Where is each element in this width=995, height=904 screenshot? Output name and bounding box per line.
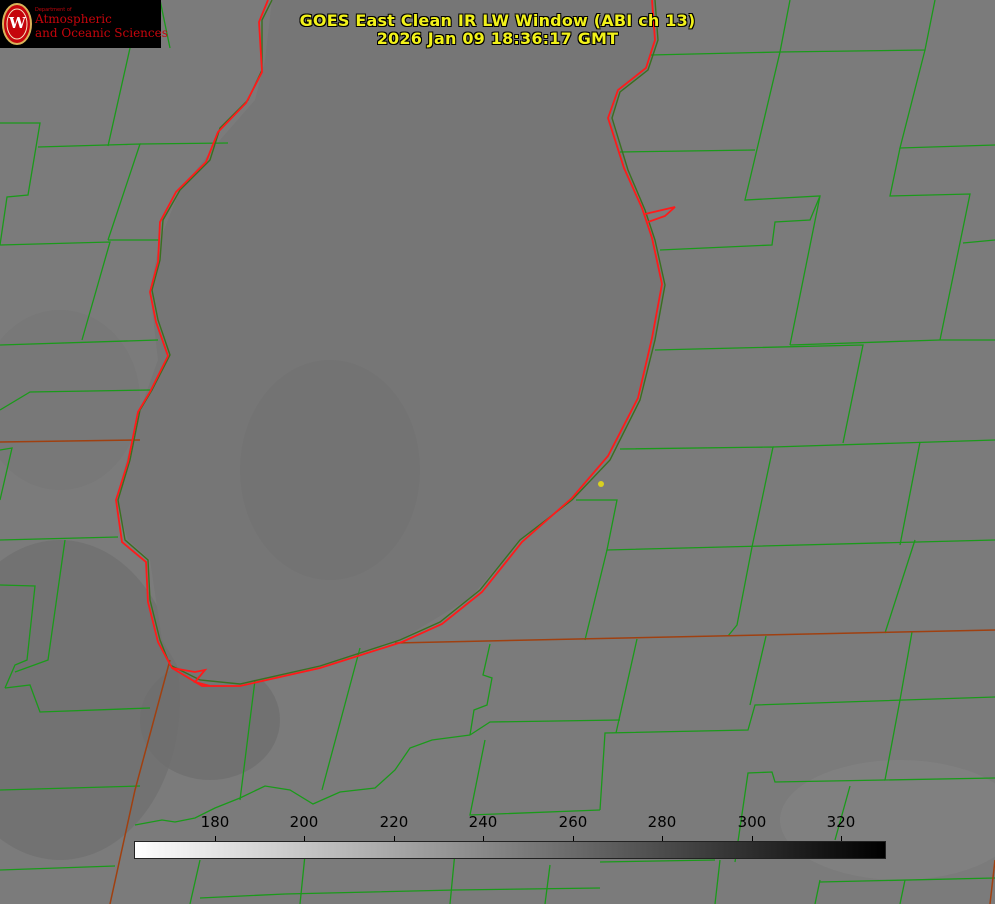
colorbar-tick-mark bbox=[215, 836, 216, 841]
colorbar-tick-mark bbox=[752, 836, 753, 841]
timestamp-title: 2026 Jan 09 18:36:17 GMT bbox=[376, 29, 619, 48]
colorbar-tick-mark bbox=[573, 836, 574, 841]
colorbar-tick-label: 260 bbox=[558, 813, 588, 831]
colorbar-tick-label: 200 bbox=[289, 813, 319, 831]
colorbar-tick-label: 320 bbox=[826, 813, 856, 831]
colorbar-tick-label: 280 bbox=[647, 813, 677, 831]
colorbar-tick-mark bbox=[841, 836, 842, 841]
colorbar-tick-label: 240 bbox=[468, 813, 498, 831]
colorbar-tick-label: 300 bbox=[737, 813, 767, 831]
location-marker bbox=[598, 481, 604, 487]
colorbar-tick-mark bbox=[394, 836, 395, 841]
temperature-colorbar bbox=[134, 841, 886, 859]
satellite-map-view: W Department of Atmospheric and Oceanic … bbox=[0, 0, 995, 904]
colorbar-tick-label: 180 bbox=[200, 813, 230, 831]
colorbar-tick-mark bbox=[662, 836, 663, 841]
map-canvas bbox=[0, 0, 995, 904]
product-title: GOES East Clean IR LW Window (ABI ch 13) bbox=[299, 11, 696, 30]
colorbar-tick-mark bbox=[304, 836, 305, 841]
colorbar-tick-mark bbox=[483, 836, 484, 841]
colorbar-tick-label: 220 bbox=[379, 813, 409, 831]
